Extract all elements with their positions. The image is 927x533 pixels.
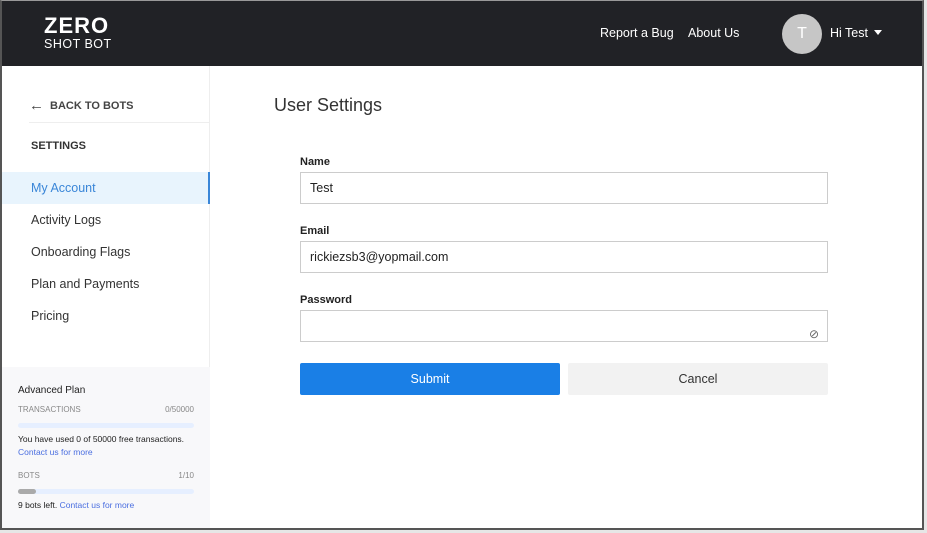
email-label: Email xyxy=(300,225,330,237)
divider xyxy=(29,122,209,123)
logo-top: ZERO xyxy=(44,13,110,38)
transactions-text: You have used 0 of 50000 free transactio… xyxy=(18,434,185,444)
settings-heading: SETTINGS xyxy=(31,140,87,152)
password-label: Password xyxy=(300,294,352,306)
sidebar: ← BACK TO BOTS SETTINGS My Account Activi… xyxy=(2,66,210,528)
sidebar-item-activity-logs[interactable]: Activity Logs xyxy=(2,204,210,236)
bots-text: 9 bots left. xyxy=(18,500,58,510)
about-us-link[interactable]: About Us xyxy=(688,26,739,40)
page-title: User Settings xyxy=(274,95,383,115)
bots-progress xyxy=(18,489,194,494)
sidebar-item-onboarding-flags[interactable]: Onboarding Flags xyxy=(2,236,210,268)
greeting: Hi Test xyxy=(830,26,868,40)
transactions-progress xyxy=(18,423,194,428)
caret-down-icon xyxy=(873,30,882,35)
avatar[interactable]: T xyxy=(782,14,822,54)
contact-link[interactable]: Contact us for more xyxy=(18,447,194,457)
back-to-bots-link[interactable]: ← BACK TO BOTS xyxy=(29,97,134,114)
submit-button[interactable]: Submit xyxy=(300,363,560,395)
bots-contact-link[interactable]: Contact us for more xyxy=(60,500,135,510)
plan-panel: Advanced Plan TRANSACTIONS 0/50000 You ha… xyxy=(2,367,210,528)
transactions-value: 0/50000 xyxy=(165,405,194,414)
sidebar-item-my-account[interactable]: My Account xyxy=(2,172,210,204)
app-window: ZERO SHOT BOT Report a Bug About Us T Hi … xyxy=(0,0,924,530)
logo-bottom: SHOT BOT xyxy=(44,37,112,51)
eye-slash-icon[interactable]: ⊘ xyxy=(809,319,819,349)
sidebar-item-pricing[interactable]: Pricing xyxy=(2,300,210,332)
name-field[interactable]: Test xyxy=(300,172,828,204)
password-field[interactable]: ⊘ xyxy=(300,310,828,342)
name-label: Name xyxy=(300,156,330,168)
report-bug-link[interactable]: Report a Bug xyxy=(600,26,674,40)
email-field[interactable]: rickiezsb3@yopmail.com xyxy=(300,241,828,273)
arrow-left-icon: ← xyxy=(29,97,44,114)
plan-name: Advanced Plan xyxy=(18,385,86,396)
back-label: BACK TO BOTS xyxy=(50,100,134,112)
bots-label: BOTS xyxy=(18,471,40,480)
cancel-button[interactable]: Cancel xyxy=(568,363,828,395)
sidebar-item-plan-payments[interactable]: Plan and Payments xyxy=(2,268,210,300)
user-menu[interactable]: Hi Test xyxy=(830,26,882,40)
top-nav: ZERO SHOT BOT Report a Bug About Us T Hi … xyxy=(2,1,922,66)
transactions-label: TRANSACTIONS xyxy=(18,405,81,414)
logo[interactable]: ZERO SHOT BOT xyxy=(44,15,112,51)
bots-value: 1/10 xyxy=(178,471,194,480)
